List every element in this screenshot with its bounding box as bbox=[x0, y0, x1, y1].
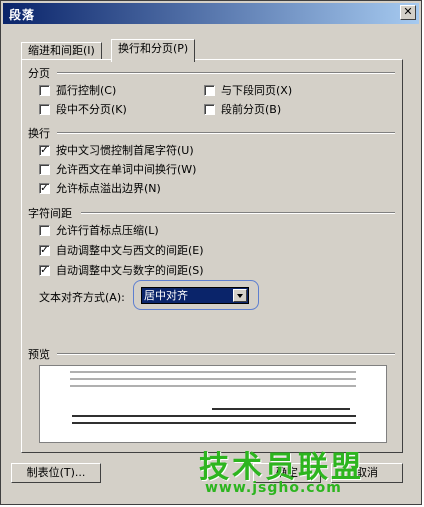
tabs-button[interactable]: 制表位(T)... bbox=[11, 463, 101, 483]
tab-indent-spacing[interactable]: 缩进和间距(I) bbox=[21, 42, 102, 60]
checkbox-keep-with-next[interactable]: 与下段同页(X) bbox=[204, 83, 292, 97]
preview-line bbox=[70, 385, 356, 387]
preview-line bbox=[70, 378, 356, 380]
checkbox-box[interactable]: ✓ bbox=[39, 264, 50, 276]
checkbox-box[interactable]: ✓ bbox=[39, 144, 50, 156]
checkbox-asian-line-break[interactable]: ✓ 按中文习惯控制首尾字符(U) bbox=[39, 143, 194, 157]
preview-line bbox=[70, 371, 356, 373]
checkbox-label: 按中文习惯控制首尾字符(U) bbox=[56, 144, 194, 157]
section-title-char-spacing: 字符间距 bbox=[28, 207, 72, 220]
paragraph-dialog: 段落 ✕ 缩进和间距(I) 换行和分页(P) 分页 孤行控制(C) 与下段同页(… bbox=[0, 0, 422, 505]
checkbox-box[interactable] bbox=[39, 224, 50, 236]
section-divider bbox=[57, 353, 395, 355]
section-divider bbox=[57, 132, 395, 134]
checkbox-box[interactable] bbox=[204, 84, 215, 96]
checkbox-label: 孤行控制(C) bbox=[56, 84, 117, 97]
section-divider bbox=[81, 212, 395, 214]
preview-box bbox=[39, 365, 387, 443]
text-alignment-select[interactable]: 居中对齐 bbox=[141, 287, 249, 304]
close-icon: ✕ bbox=[403, 5, 413, 18]
section-divider bbox=[57, 72, 395, 74]
preview-line bbox=[212, 408, 350, 410]
checkbox-box[interactable] bbox=[39, 163, 50, 175]
checkbox-box[interactable]: ✓ bbox=[39, 244, 50, 256]
checkbox-label: 段中不分页(K) bbox=[56, 103, 127, 116]
checkbox-label: 自动调整中文与西文的间距(E) bbox=[56, 244, 204, 257]
section-title-line-break: 换行 bbox=[28, 127, 50, 140]
checkbox-widow-control[interactable]: 孤行控制(C) bbox=[39, 83, 116, 97]
checkbox-auto-space-numbers[interactable]: ✓ 自动调整中文与数字的间距(S) bbox=[39, 263, 204, 277]
checkbox-box[interactable] bbox=[204, 103, 215, 115]
section-title-pagination: 分页 bbox=[28, 67, 50, 80]
close-button[interactable]: ✕ bbox=[400, 5, 416, 20]
tab-line-page-breaks[interactable]: 换行和分页(P) bbox=[111, 39, 196, 62]
checkbox-punctuation-compress[interactable]: 允许行首标点压缩(L) bbox=[39, 223, 159, 237]
select-value: 居中对齐 bbox=[144, 289, 188, 302]
checkbox-box[interactable]: ✓ bbox=[39, 182, 50, 194]
checkbox-label: 允许行首标点压缩(L) bbox=[56, 224, 159, 237]
preview-line bbox=[72, 415, 356, 417]
checkbox-keep-lines-together[interactable]: 段中不分页(K) bbox=[39, 102, 127, 116]
title-bar[interactable]: 段落 ✕ bbox=[3, 3, 419, 24]
checkbox-label: 允许标点溢出边界(N) bbox=[56, 182, 161, 195]
checkbox-box[interactable] bbox=[39, 103, 50, 115]
checkbox-label: 允许西文在单词中间换行(W) bbox=[56, 163, 197, 176]
chevron-down-icon[interactable] bbox=[233, 289, 247, 302]
checkbox-hanging-punctuation[interactable]: ✓ 允许标点溢出边界(N) bbox=[39, 181, 161, 195]
checkbox-label: 段前分页(B) bbox=[221, 103, 282, 116]
preview-line bbox=[72, 422, 356, 424]
checkbox-label: 自动调整中文与数字的间距(S) bbox=[56, 264, 204, 277]
section-title-preview: 预览 bbox=[28, 348, 50, 361]
checkbox-word-wrap[interactable]: 允许西文在单词中间换行(W) bbox=[39, 162, 196, 176]
checkbox-box[interactable] bbox=[39, 84, 50, 96]
dialog-title: 段落 bbox=[9, 8, 36, 22]
checkbox-page-break-before[interactable]: 段前分页(B) bbox=[204, 102, 281, 116]
checkbox-label: 与下段同页(X) bbox=[221, 84, 293, 97]
checkbox-auto-space-western[interactable]: ✓ 自动调整中文与西文的间距(E) bbox=[39, 243, 204, 257]
cancel-button[interactable]: 取消 bbox=[331, 463, 403, 483]
ok-button[interactable]: 确定 bbox=[253, 463, 321, 483]
text-alignment-label: 文本对齐方式(A): bbox=[39, 291, 125, 304]
